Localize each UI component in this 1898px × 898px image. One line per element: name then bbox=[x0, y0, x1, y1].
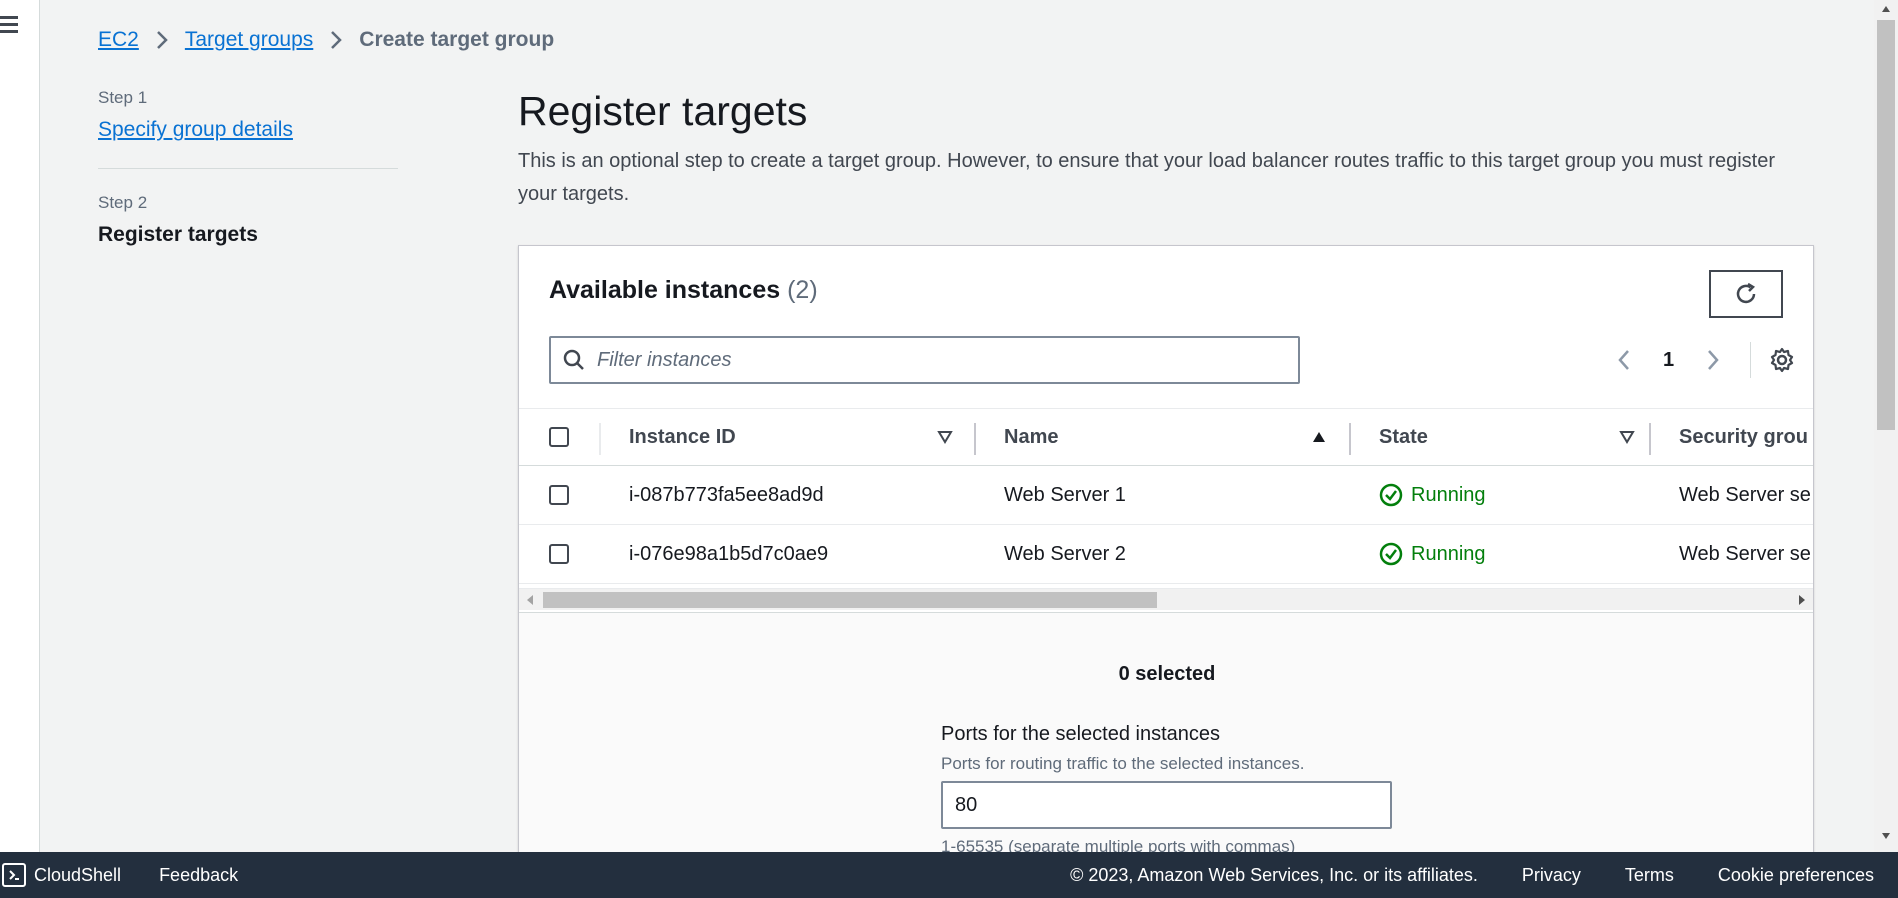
instance-name: Web Server 2 bbox=[1004, 542, 1126, 565]
table-row[interactable]: i-076e98a1b5d7c0ae9 Web Server 2 Running… bbox=[519, 525, 1813, 584]
wizard-steps: Step 1 Specify group details Step 2 Regi… bbox=[98, 88, 398, 247]
scroll-down-icon[interactable] bbox=[1881, 832, 1891, 840]
horizontal-scrollbar[interactable] bbox=[519, 588, 1813, 610]
search-icon bbox=[563, 349, 585, 371]
vertical-scroll-thumb[interactable] bbox=[1877, 20, 1895, 430]
row-select-cell bbox=[549, 525, 569, 583]
terms-link[interactable]: Terms bbox=[1625, 865, 1674, 886]
step-2-title: Register targets bbox=[98, 223, 258, 246]
column-name[interactable]: Name bbox=[1004, 409, 1058, 465]
scroll-right-icon[interactable] bbox=[1797, 594, 1807, 606]
instance-state-text: Running bbox=[1411, 542, 1486, 565]
instance-state: Running bbox=[1379, 466, 1486, 524]
main-header: Register targets This is an optional ste… bbox=[518, 88, 1814, 211]
column-resizer[interactable] bbox=[974, 423, 976, 455]
menu-icon[interactable] bbox=[0, 16, 20, 34]
step-divider bbox=[98, 168, 398, 169]
step-2-label: Step 2 bbox=[98, 193, 148, 212]
pager-divider bbox=[1750, 342, 1752, 378]
filter-instances-input[interactable] bbox=[597, 348, 1277, 372]
select-all-cell bbox=[549, 409, 569, 465]
selected-count: 0 selected bbox=[1118, 663, 1216, 685]
page-number[interactable]: 1 bbox=[1663, 349, 1674, 372]
instance-state: Running bbox=[1379, 525, 1486, 583]
pagination: 1 bbox=[1609, 342, 1795, 378]
breadcrumb-ec2[interactable]: EC2 bbox=[98, 28, 139, 52]
privacy-link[interactable]: Privacy bbox=[1522, 865, 1581, 886]
next-page-icon[interactable] bbox=[1698, 348, 1728, 372]
page-title: Register targets bbox=[518, 88, 808, 134]
available-instances-panel: Available instances (2) 1 bbox=[518, 245, 1814, 885]
instance-id: i-087b773fa5ee8ad9d bbox=[629, 483, 824, 506]
cookie-preferences-link[interactable]: Cookie preferences bbox=[1718, 865, 1874, 886]
sort-ascending-icon[interactable] bbox=[1311, 409, 1327, 465]
column-resizer[interactable] bbox=[1349, 423, 1351, 455]
column-resizer[interactable] bbox=[1649, 423, 1651, 455]
breadcrumb: EC2 Target groups Create target group bbox=[98, 28, 554, 52]
console-footer: CloudShell Feedback © 2023, Amazon Web S… bbox=[0, 852, 1898, 898]
chevron-right-icon bbox=[329, 30, 343, 50]
row-checkbox[interactable] bbox=[549, 485, 569, 505]
prev-page-icon[interactable] bbox=[1609, 348, 1639, 372]
vertical-scrollbar[interactable] bbox=[1874, 0, 1898, 852]
instance-id: i-076e98a1b5d7c0ae9 bbox=[629, 542, 829, 565]
gear-icon[interactable] bbox=[1769, 347, 1795, 373]
step-1-link[interactable]: Specify group details bbox=[98, 118, 293, 142]
scroll-up-icon[interactable] bbox=[1881, 5, 1891, 13]
panel-header: Available instances (2) 1 bbox=[519, 246, 1813, 410]
ports-input[interactable] bbox=[941, 781, 1392, 829]
cloudshell-label: CloudShell bbox=[34, 864, 122, 885]
column-state[interactable]: State bbox=[1379, 409, 1428, 465]
sort-descending-icon[interactable] bbox=[1619, 409, 1635, 465]
breadcrumb-target-groups[interactable]: Target groups bbox=[185, 28, 313, 52]
instance-state-text: Running bbox=[1411, 483, 1486, 506]
ports-label: Ports for the selected instances bbox=[941, 723, 1221, 745]
select-all-checkbox[interactable] bbox=[549, 427, 569, 447]
feedback-link[interactable]: Feedback bbox=[159, 865, 238, 886]
column-security-group[interactable]: Security grou bbox=[1679, 409, 1808, 465]
table-row[interactable]: i-087b773fa5ee8ad9d Web Server 1 Running… bbox=[519, 466, 1813, 525]
instance-security-group: Web Server se bbox=[1679, 483, 1811, 506]
panel-title: Available instances (2) bbox=[549, 276, 818, 305]
copyright-text: © 2023, Amazon Web Services, Inc. or its… bbox=[1070, 864, 1478, 885]
check-circle-icon bbox=[1379, 542, 1403, 566]
row-select-cell bbox=[549, 466, 569, 524]
filter-instances-field[interactable] bbox=[549, 336, 1300, 384]
breadcrumb-current: Create target group bbox=[359, 28, 555, 51]
instance-count: (2) bbox=[787, 276, 818, 304]
step-1-label: Step 1 bbox=[98, 88, 148, 107]
refresh-icon bbox=[1736, 282, 1756, 304]
scroll-left-icon[interactable] bbox=[525, 594, 535, 606]
check-circle-icon bbox=[1379, 483, 1403, 507]
cloudshell-button[interactable]: CloudShell bbox=[2, 863, 121, 887]
row-checkbox[interactable] bbox=[549, 544, 569, 564]
panel-title-text: Available instances bbox=[549, 276, 781, 304]
selection-footer: 0 selected Ports for the selected instan… bbox=[519, 612, 1813, 884]
terminal-icon bbox=[2, 863, 26, 887]
column-instance-id[interactable]: Instance ID bbox=[629, 409, 736, 465]
horizontal-scroll-thumb[interactable] bbox=[543, 592, 1157, 608]
side-navigation-rail bbox=[0, 0, 40, 852]
column-divider bbox=[599, 423, 601, 455]
chevron-right-icon bbox=[155, 30, 169, 50]
page-description: This is an optional step to create a tar… bbox=[518, 150, 1775, 205]
instance-name: Web Server 1 bbox=[1004, 483, 1126, 506]
footer-links: © 2023, Amazon Web Services, Inc. or its… bbox=[1070, 865, 1874, 886]
refresh-button[interactable] bbox=[1709, 270, 1783, 318]
ports-description: Ports for routing traffic to the selecte… bbox=[941, 754, 1305, 773]
table-header: Instance ID Name State Security grou bbox=[519, 408, 1813, 466]
sort-descending-icon[interactable] bbox=[937, 409, 953, 465]
instances-table: Instance ID Name State Security grou i-0… bbox=[519, 408, 1813, 584]
instance-security-group: Web Server se bbox=[1679, 542, 1811, 565]
